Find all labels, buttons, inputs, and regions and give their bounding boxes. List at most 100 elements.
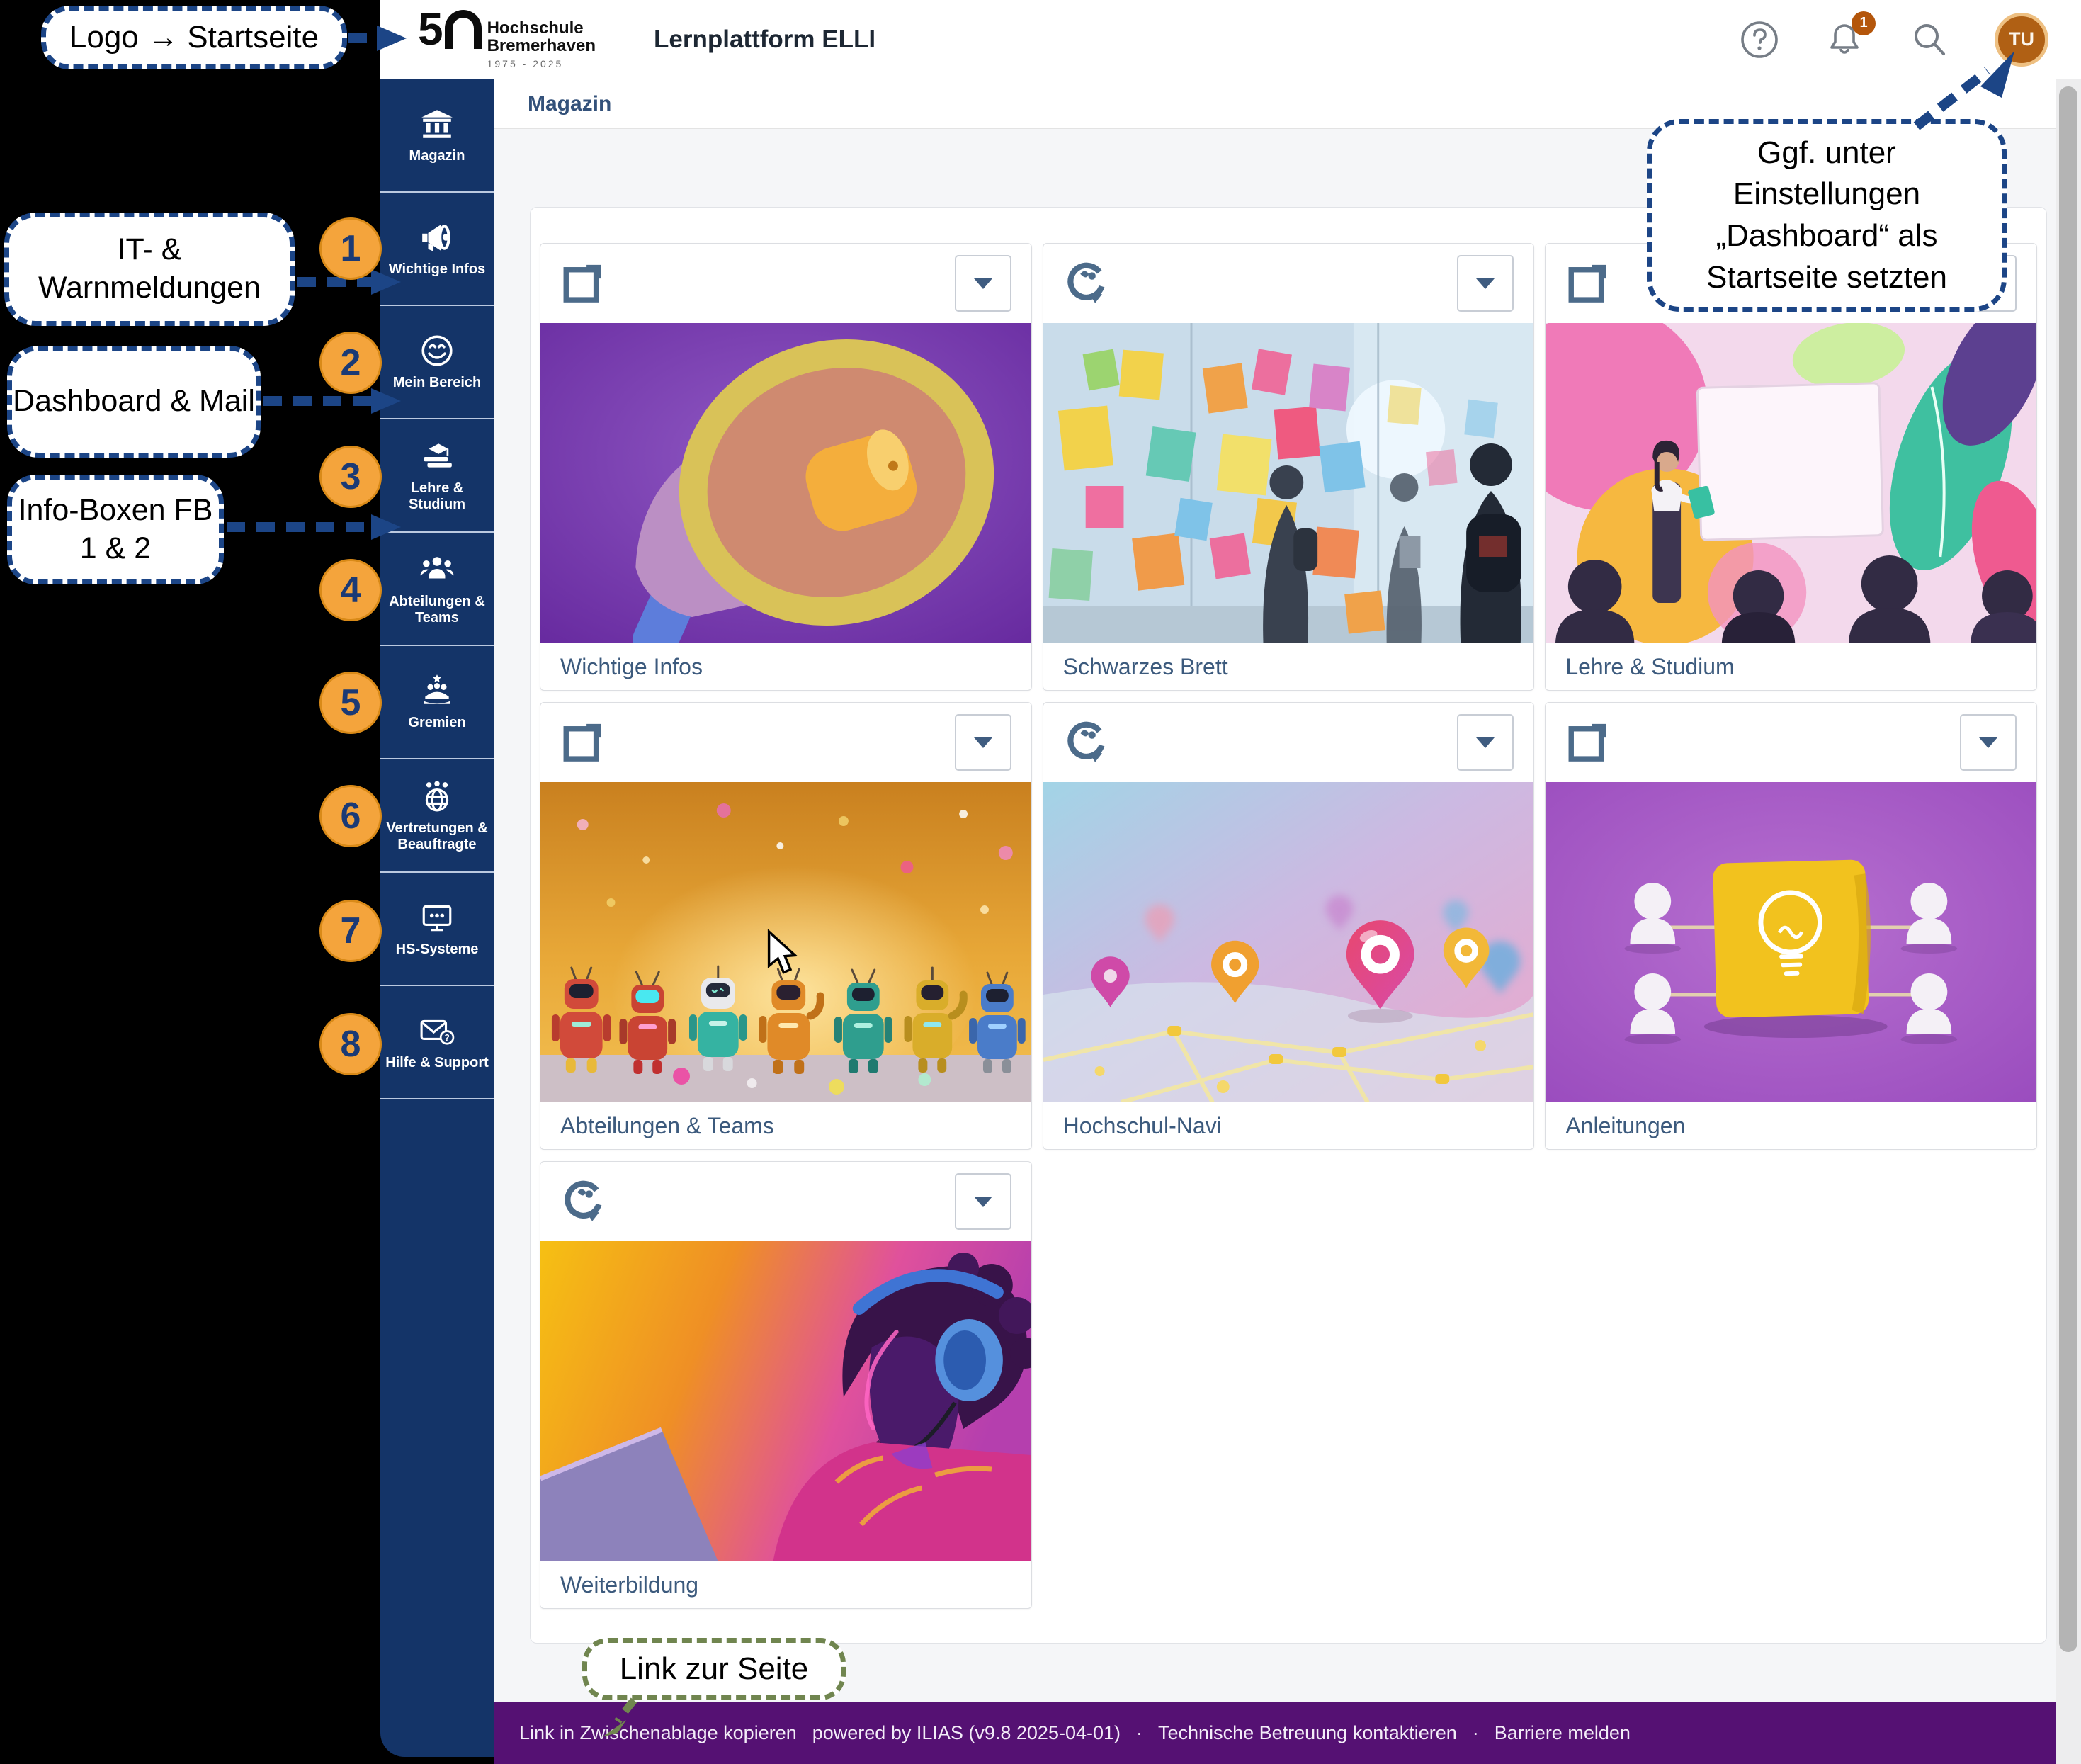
megaphone-icon	[419, 220, 455, 255]
tile-title[interactable]: Schwarzes Brett	[1043, 643, 1534, 690]
tile-actions-dropdown[interactable]	[1457, 255, 1514, 312]
annotation-number-6: 6	[319, 785, 382, 847]
tile-title[interactable]: Lehre & Studium	[1546, 643, 2036, 690]
help-icon[interactable]	[1740, 20, 1779, 60]
tile-image-headset-woman	[540, 1241, 1031, 1561]
sidebar-item-wichtige-infos[interactable]: Wichtige Infos	[380, 193, 494, 306]
tile-title[interactable]: Hochschul-Navi	[1043, 1102, 1534, 1149]
tile-abteilungen-teams[interactable]: Abteilungen & Teams	[540, 702, 1032, 1150]
annotation-number-5: 5	[319, 672, 382, 734]
mouse-cursor	[766, 929, 798, 976]
mail-question-icon: ?	[419, 1013, 455, 1048]
sidebar-item-label: Wichtige Infos	[385, 261, 489, 278]
annotation-settings-startseite: Ggf. unter Einstellungen „Dashboard“ als…	[1647, 119, 2007, 312]
tile-image-lightbulb-cube	[1546, 782, 2036, 1102]
sidebar-item-hilfe-support[interactable]: ? Hilfe & Support	[380, 986, 494, 1099]
sidebar-item-mein-bereich[interactable]: Mein Bereich	[380, 306, 494, 419]
annotation-number-2: 2	[319, 332, 382, 394]
sidebar-item-vertretungen-beauftragte[interactable]: Vertretungen & Beauftragte	[380, 759, 494, 873]
tile-title[interactable]: Anleitungen	[1546, 1102, 2036, 1149]
tile-anleitungen[interactable]: Anleitungen	[1545, 702, 2037, 1150]
logo-line2: Bremerhaven	[487, 37, 596, 55]
footer-copy-link[interactable]: Link in Zwischenablage kopieren	[519, 1722, 797, 1744]
books-icon	[419, 439, 455, 474]
tile-title[interactable]: Abteilungen & Teams	[540, 1102, 1031, 1149]
sidebar-item-hs-systeme[interactable]: HS-Systeme	[380, 873, 494, 986]
sidebar-item-magazin[interactable]: Magazin	[380, 79, 494, 193]
repository-panel: Wichtige Infos	[530, 207, 2047, 1644]
sidebar-item-label: Lehre & Studium	[380, 480, 494, 513]
sidebar-item-abteilungen-teams[interactable]: Abteilungen & Teams	[380, 533, 494, 646]
sidebar-item-label: Magazin	[406, 148, 469, 164]
tile-title[interactable]: Weiterbildung	[540, 1561, 1031, 1608]
annotation-logo-callout: Logo → Startseite	[41, 6, 347, 69]
tile-actions-dropdown[interactable]	[1960, 714, 2017, 771]
footer-accessibility-link[interactable]: Barriere melden	[1495, 1722, 1631, 1744]
folder-icon	[1565, 719, 1612, 766]
link-loop-icon	[1063, 260, 1110, 307]
sidebar-item-label: Gremien	[404, 715, 469, 731]
scrollbar-thumb[interactable]	[2059, 86, 2077, 1652]
tile-actions-dropdown[interactable]	[1457, 714, 1514, 771]
annotation-infoboxen: Info-Boxen FB 1 & 2	[7, 475, 224, 584]
sidebar-item-gremien[interactable]: Gremien	[380, 646, 494, 759]
tile-actions-dropdown[interactable]	[955, 255, 1011, 312]
footer-support-link[interactable]: Technische Betreuung kontaktieren	[1158, 1722, 1457, 1744]
footer-powered-by: powered by ILIAS (v9.8 2025-04-01)	[812, 1722, 1121, 1744]
annotation-link-zur-seite: Link zur Seite	[582, 1638, 846, 1700]
folder-icon	[560, 260, 607, 307]
link-loop-icon	[560, 1178, 607, 1225]
logo-line1: Hochschule	[487, 19, 596, 37]
tile-grid: Wichtige Infos	[540, 243, 2037, 1609]
logo-years: 1975 - 2025	[487, 58, 596, 69]
sidebar-item-label: HS-Systeme	[392, 942, 482, 958]
sidebar-item-label: Abteilungen & Teams	[380, 594, 494, 626]
page-title: Lernplattform ELLI	[654, 26, 875, 54]
annotation-it-warnmeldungen: IT- & Warnmeldungen	[4, 213, 295, 326]
chevron-down-icon	[974, 1197, 992, 1207]
tile-image-robots	[540, 782, 1031, 1102]
tile-actions-dropdown[interactable]	[955, 1173, 1011, 1230]
logo-number: 5	[418, 9, 443, 50]
notifications-bell-icon[interactable]: 1	[1825, 20, 1864, 60]
monitor-icon	[419, 900, 455, 935]
tile-wichtige-infos[interactable]: Wichtige Infos	[540, 243, 1032, 691]
annotation-number-3: 3	[319, 446, 382, 508]
tile-hochschul-navi[interactable]: Hochschul-Navi	[1043, 702, 1535, 1150]
globe-people-icon	[419, 779, 455, 814]
tile-image-presentation	[1546, 323, 2036, 643]
folder-icon	[560, 719, 607, 766]
main-navigation-sidebar: Magazin Wichtige Infos Mein Bereich Lehr…	[380, 79, 494, 1757]
annotation-number-7: 7	[319, 900, 382, 962]
chevron-down-icon	[974, 278, 992, 289]
annotation-number-4: 4	[319, 559, 382, 621]
tile-title[interactable]: Wichtige Infos	[540, 643, 1031, 690]
smiley-icon	[419, 333, 455, 368]
tile-actions-dropdown[interactable]	[955, 714, 1011, 771]
footer-separator: ·	[1136, 1722, 1142, 1744]
tile-image-map-pins	[1043, 782, 1534, 1102]
chevron-down-icon	[1476, 737, 1495, 748]
folder-icon	[1565, 260, 1612, 307]
link-loop-icon	[1063, 719, 1110, 766]
hochschule-bremerhaven-logo[interactable]: 5 Hochschule Bremerhaven 1975 - 2025	[418, 9, 596, 69]
people-group-icon	[419, 552, 455, 587]
tile-image-sticky-notes	[1043, 323, 1534, 643]
sidebar-item-lehre-studium[interactable]: Lehre & Studium	[380, 419, 494, 533]
search-icon[interactable]	[1910, 20, 1949, 60]
chevron-down-icon	[1979, 737, 1997, 748]
svg-text:?: ?	[444, 1033, 450, 1043]
footer-separator: ·	[1473, 1722, 1479, 1744]
avatar[interactable]: TU	[1995, 13, 2048, 67]
tile-weiterbildung[interactable]: Weiterbildung	[540, 1161, 1032, 1609]
tile-image-megaphone	[540, 323, 1031, 643]
annotation-number-1: 1	[319, 217, 382, 280]
sidebar-item-label: Mein Bereich	[390, 375, 484, 391]
chevron-down-icon	[1476, 278, 1495, 289]
tile-schwarzes-brett[interactable]: Schwarzes Brett	[1043, 243, 1535, 691]
breadcrumb-magazin-link[interactable]: Magazin	[528, 92, 611, 116]
top-bar: 5 Hochschule Bremerhaven 1975 - 2025 Ler…	[380, 0, 2081, 79]
scrollbar-track[interactable]	[2056, 79, 2081, 1764]
committee-icon	[419, 673, 455, 708]
annotation-dashboard-mail: Dashboard & Mail	[7, 346, 261, 458]
